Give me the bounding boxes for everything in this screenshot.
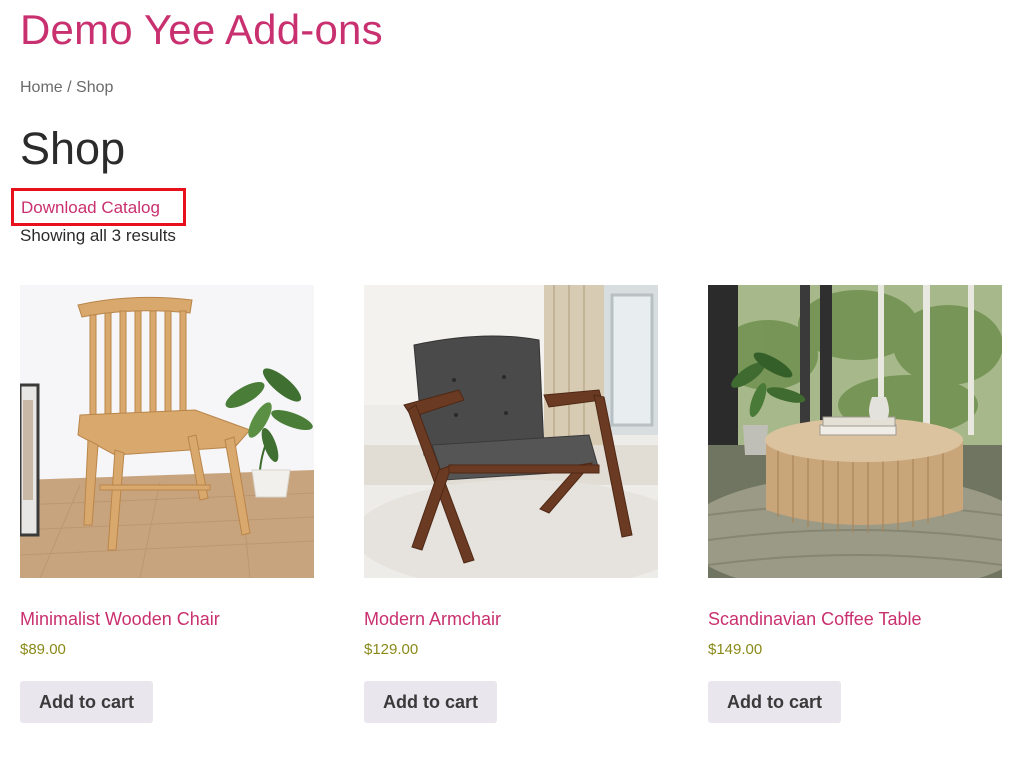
- product-price: $149.00: [708, 641, 763, 658]
- breadcrumb-separator: /: [62, 79, 77, 96]
- breadcrumb-home-link[interactable]: Home: [20, 79, 63, 96]
- add-to-cart-button[interactable]: Add to cart: [20, 681, 154, 723]
- product-image-coffee-table[interactable]: [708, 285, 1002, 578]
- product-card: Minimalist Wooden Chair $89.00 Add to ca…: [20, 285, 314, 723]
- page-title: Shop: [20, 123, 126, 174]
- breadcrumb-current: Shop: [76, 79, 114, 96]
- product-price: $129.00: [364, 641, 419, 658]
- product-name[interactable]: Modern Armchair: [364, 608, 658, 630]
- coffee-table-photo: [708, 285, 1002, 578]
- download-catalog-link[interactable]: Download Catalog: [11, 188, 186, 226]
- site-title[interactable]: Demo Yee Add-ons: [20, 6, 383, 54]
- armchair-photo: [364, 285, 658, 578]
- results-count: Showing all 3 results: [20, 226, 176, 245]
- add-to-cart-button[interactable]: Add to cart: [708, 681, 842, 723]
- product-price: $89.00: [20, 641, 66, 658]
- product-card: Scandinavian Coffee Table $149.00 Add to…: [708, 285, 1002, 723]
- product-card: Modern Armchair $129.00 Add to cart: [364, 285, 658, 723]
- wooden-chair-photo: [20, 285, 314, 578]
- product-image-wooden-chair[interactable]: [20, 285, 314, 578]
- breadcrumb: Home / Shop: [20, 78, 113, 98]
- product-name[interactable]: Scandinavian Coffee Table: [708, 608, 1002, 630]
- add-to-cart-button[interactable]: Add to cart: [364, 681, 498, 723]
- product-name[interactable]: Minimalist Wooden Chair: [20, 608, 314, 630]
- product-image-armchair[interactable]: [364, 285, 658, 578]
